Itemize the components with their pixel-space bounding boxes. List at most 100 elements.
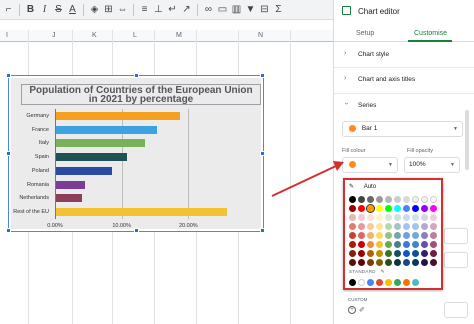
colour-swatch[interactable] xyxy=(421,205,428,212)
colour-swatch[interactable] xyxy=(430,223,437,230)
colour-swatch[interactable] xyxy=(430,259,437,266)
bold-button[interactable]: B xyxy=(24,3,37,17)
colour-swatch[interactable] xyxy=(421,250,428,257)
colour-swatch[interactable] xyxy=(394,223,401,230)
line-dash-select[interactable] xyxy=(444,228,468,244)
tab-setup[interactable]: Setup xyxy=(356,30,374,37)
colour-swatch[interactable] xyxy=(412,205,419,212)
chart-bar[interactable] xyxy=(56,180,85,189)
resize-handle[interactable] xyxy=(6,228,11,233)
chart-bar[interactable] xyxy=(56,111,180,120)
standard-colour-swatch[interactable] xyxy=(358,279,365,286)
chart-title[interactable]: Population of Countries of the European … xyxy=(21,84,261,105)
colour-swatch[interactable] xyxy=(358,259,365,266)
colour-swatch[interactable] xyxy=(358,241,365,248)
column-label[interactable]: I xyxy=(6,30,8,42)
colour-swatch[interactable] xyxy=(358,196,365,203)
colour-swatch[interactable] xyxy=(349,250,356,257)
standard-colour-swatch[interactable] xyxy=(349,279,356,286)
edit-pencil-icon[interactable]: ✎ xyxy=(380,269,385,275)
resize-handle[interactable] xyxy=(260,73,265,78)
link-icon[interactable]: ∞ xyxy=(202,3,215,17)
colour-swatch[interactable] xyxy=(376,223,383,230)
colour-swatch[interactable] xyxy=(421,259,428,266)
chart-bar[interactable] xyxy=(56,153,127,162)
colour-swatch[interactable] xyxy=(358,250,365,257)
colour-swatch[interactable] xyxy=(376,214,383,221)
paint-format-icon[interactable]: ⌐ xyxy=(2,3,15,17)
column-label[interactable]: M xyxy=(176,30,182,42)
colour-swatch[interactable] xyxy=(358,223,365,230)
align-icon[interactable]: ≡ xyxy=(138,3,151,17)
filter-views-icon[interactable]: ⊟ xyxy=(258,3,271,17)
chart-bar[interactable] xyxy=(56,208,228,217)
colour-swatch[interactable] xyxy=(430,205,437,212)
panel-scrollbar[interactable] xyxy=(465,110,469,170)
colour-swatch[interactable] xyxy=(412,223,419,230)
valign-icon[interactable]: ⊥ xyxy=(152,3,165,17)
chart-object[interactable]: Population of Countries of the European … xyxy=(6,73,265,233)
colour-swatch[interactable] xyxy=(385,223,392,230)
standard-colour-swatch[interactable] xyxy=(403,279,410,286)
colour-swatch[interactable] xyxy=(376,205,383,212)
colour-swatch[interactable] xyxy=(376,259,383,266)
colour-swatch[interactable] xyxy=(367,241,374,248)
colour-swatch[interactable] xyxy=(394,250,401,257)
resize-handle[interactable] xyxy=(6,151,11,156)
colour-swatch[interactable] xyxy=(394,241,401,248)
colour-swatch[interactable] xyxy=(367,214,374,221)
chart-bar[interactable] xyxy=(56,125,158,134)
colour-swatch[interactable] xyxy=(394,259,401,266)
colour-swatch[interactable] xyxy=(403,241,410,248)
colour-swatch[interactable] xyxy=(376,241,383,248)
section-series[interactable]: Series xyxy=(358,102,376,109)
colour-swatch[interactable] xyxy=(403,259,410,266)
standard-colour-swatch[interactable] xyxy=(376,279,383,286)
add-custom-colour-icon[interactable]: + xyxy=(348,306,356,314)
colour-swatch[interactable] xyxy=(385,214,392,221)
colour-swatch[interactable] xyxy=(376,250,383,257)
colour-swatch[interactable] xyxy=(349,232,356,239)
comment-icon[interactable]: ▭ xyxy=(216,3,229,17)
colour-swatch[interactable] xyxy=(349,259,356,266)
colour-swatch[interactable] xyxy=(349,241,356,248)
colour-swatch[interactable] xyxy=(412,214,419,221)
eyedropper-icon[interactable]: ✐ xyxy=(359,306,365,314)
colour-swatch[interactable] xyxy=(367,250,374,257)
colour-swatch[interactable] xyxy=(358,214,365,221)
colour-swatch[interactable] xyxy=(403,232,410,239)
wrap-icon[interactable]: ↵ xyxy=(166,3,179,17)
colour-swatch[interactable] xyxy=(430,250,437,257)
colour-swatch[interactable] xyxy=(366,204,375,213)
resize-handle[interactable] xyxy=(134,228,139,233)
colour-swatch[interactable] xyxy=(358,205,365,212)
colour-swatch[interactable] xyxy=(376,196,383,203)
colour-swatch[interactable] xyxy=(421,232,428,239)
colour-swatch[interactable] xyxy=(394,214,401,221)
point-shape-select[interactable] xyxy=(444,302,468,318)
auto-colour-option[interactable]: ✎ Auto xyxy=(349,183,376,190)
colour-swatch[interactable] xyxy=(421,241,428,248)
borders-icon[interactable]: ⊞ xyxy=(102,3,115,17)
colour-swatch[interactable] xyxy=(385,196,392,203)
colour-swatch[interactable] xyxy=(349,205,356,212)
colour-swatch[interactable] xyxy=(421,214,428,221)
strikethrough-button[interactable]: S xyxy=(52,3,65,17)
section-chart-axis-titles[interactable]: Chart and axis titles xyxy=(358,76,415,83)
rotate-icon[interactable]: ↗ xyxy=(180,3,193,17)
merge-icon[interactable]: ⇔ xyxy=(116,3,129,17)
fill-opacity-select[interactable]: 100% ▼ xyxy=(404,157,460,173)
filter-icon[interactable]: ▼ xyxy=(244,3,257,17)
colour-swatch[interactable] xyxy=(403,205,410,212)
colour-swatch[interactable] xyxy=(349,196,356,203)
standard-colour-swatch[interactable] xyxy=(412,279,419,286)
colour-swatch[interactable] xyxy=(430,232,437,239)
chart-bar[interactable] xyxy=(56,166,112,175)
colour-swatch[interactable] xyxy=(403,250,410,257)
colour-swatch[interactable] xyxy=(421,196,428,203)
column-label[interactable]: L xyxy=(133,30,137,42)
colour-swatch[interactable] xyxy=(367,196,374,203)
functions-icon[interactable]: Σ xyxy=(272,3,285,17)
colour-swatch[interactable] xyxy=(430,196,437,203)
colour-swatch[interactable] xyxy=(367,223,374,230)
